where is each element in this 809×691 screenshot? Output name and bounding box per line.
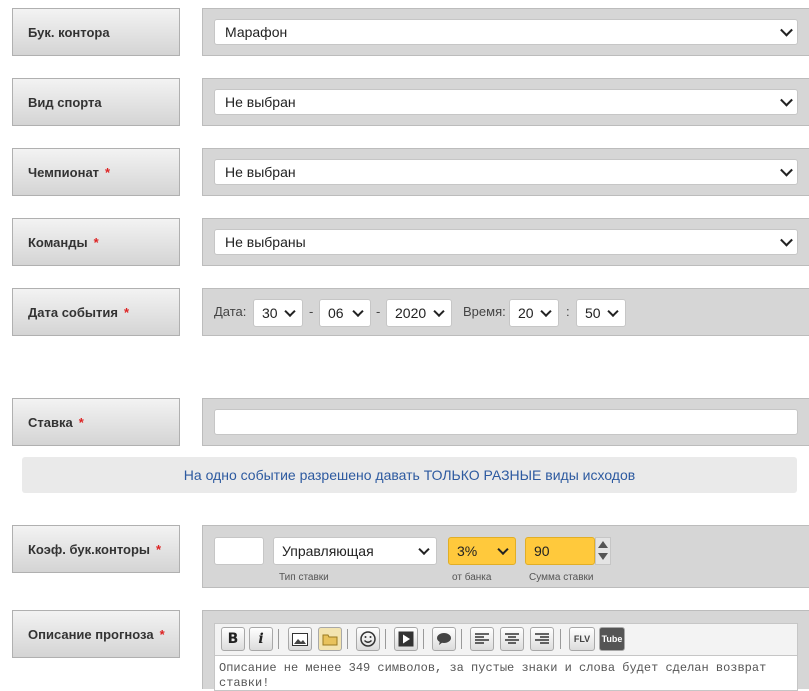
required-asterisk: * <box>156 541 162 557</box>
image-icon <box>292 632 308 646</box>
teams-select[interactable]: Не выбраны <box>214 229 798 255</box>
chevron-down-icon <box>780 93 793 107</box>
coef-label: Коэф. бук.конторы * <box>12 525 180 573</box>
toolbar-divider <box>385 629 386 649</box>
play-icon <box>398 631 414 647</box>
event-date-label: Дата события * <box>12 288 180 336</box>
align-left-icon <box>475 633 489 644</box>
editor-toolbar: B i FLV Tube <box>214 623 798 655</box>
description-field: B i FLV Tube Описание не менее 349 симво… <box>202 610 809 691</box>
sport-select[interactable]: Не выбран <box>214 89 798 115</box>
chevron-down-icon <box>607 305 619 318</box>
championship-select[interactable]: Не выбран <box>214 159 798 185</box>
arrow-down-icon[interactable] <box>598 553 608 560</box>
date-dash: - <box>376 304 381 319</box>
date-label: Дата: <box>214 304 247 319</box>
required-asterisk: * <box>93 234 99 250</box>
align-center-button[interactable] <box>500 627 524 651</box>
chevron-down-icon <box>780 23 793 37</box>
required-asterisk: * <box>159 626 165 642</box>
chevron-down-icon <box>540 305 552 318</box>
bookmaker-field: Марафон <box>202 8 809 56</box>
bookmaker-select[interactable]: Марафон <box>214 19 798 45</box>
required-asterisk: * <box>123 304 130 320</box>
sport-label: Вид спорта <box>12 78 180 126</box>
arrow-up-icon[interactable] <box>598 541 608 548</box>
minute-select[interactable]: 50 <box>576 299 626 327</box>
time-colon: : <box>566 304 570 319</box>
flv-icon: FLV <box>573 634 591 644</box>
amount-caption: Сумма ставки <box>529 572 594 583</box>
toolbar-divider <box>560 629 561 649</box>
description-textarea[interactable]: Описание не менее 349 символов, за пусты… <box>214 655 798 691</box>
bet-type-caption: Тип ставки <box>279 572 329 583</box>
bank-caption: от банка <box>452 572 492 583</box>
image-button[interactable] <box>288 627 312 651</box>
amount-input[interactable]: 90 <box>525 537 595 565</box>
chevron-down-icon <box>433 305 445 318</box>
smiley-icon <box>360 631 376 647</box>
align-right-button[interactable] <box>530 627 554 651</box>
required-asterisk: * <box>105 164 111 180</box>
sport-field: Не выбран <box>202 78 809 126</box>
month-select[interactable]: 06 <box>319 299 371 327</box>
day-select[interactable]: 30 <box>253 299 303 327</box>
align-right-icon <box>535 633 549 644</box>
smiley-button[interactable] <box>356 627 380 651</box>
folder-icon <box>322 634 338 645</box>
bet-input[interactable] <box>214 409 798 435</box>
toolbar-divider <box>423 629 424 649</box>
align-left-button[interactable] <box>470 627 494 651</box>
italic-button[interactable]: i <box>249 627 273 651</box>
required-asterisk: * <box>78 414 84 430</box>
toolbar-divider <box>278 629 279 649</box>
toolbar-divider <box>347 629 348 649</box>
folder-button[interactable] <box>318 627 342 651</box>
event-date-field: Дата: 30 - 06 - 2020 Время: 20 : 50 <box>202 288 809 336</box>
align-center-icon <box>505 633 519 644</box>
youtube-icon: Tube <box>601 634 623 644</box>
coef-input[interactable] <box>214 537 264 565</box>
amount-stepper[interactable] <box>595 537 611 565</box>
hour-select[interactable]: 20 <box>509 299 559 327</box>
bookmaker-label: Бук. контора <box>12 8 180 56</box>
bet-label: Ставка * <box>12 398 180 446</box>
teams-label: Команды * <box>12 218 180 266</box>
championship-label: Чемпионат * <box>12 148 180 196</box>
youtube-button[interactable]: Tube <box>599 627 625 651</box>
coef-field: Управляющая Тип ставки 3% от банка 90 Су… <box>202 525 809 588</box>
comment-button[interactable] <box>432 627 456 651</box>
bold-button[interactable]: B <box>221 627 245 651</box>
chevron-down-icon <box>780 163 793 177</box>
date-dash: - <box>309 304 314 319</box>
description-label: Описание прогноза * <box>12 610 180 658</box>
chevron-down-icon <box>284 305 296 318</box>
chevron-down-icon <box>352 305 364 318</box>
chevron-down-icon <box>780 233 793 247</box>
flv-button[interactable]: FLV <box>569 627 595 651</box>
speech-bubble-icon <box>437 633 451 645</box>
toolbar-divider <box>461 629 462 649</box>
bank-percent-select[interactable]: 3% <box>448 537 516 565</box>
year-select[interactable]: 2020 <box>386 299 452 327</box>
time-label: Время: <box>463 304 506 319</box>
video-button[interactable] <box>394 627 418 651</box>
chevron-down-icon <box>497 543 509 556</box>
bet-type-select[interactable]: Управляющая <box>273 537 437 565</box>
championship-field: Не выбран <box>202 148 809 196</box>
chevron-down-icon <box>418 543 430 556</box>
teams-field: Не выбраны <box>202 218 809 266</box>
bet-field <box>202 398 809 446</box>
notice-banner: На одно событие разрешено давать ТОЛЬКО … <box>22 457 797 493</box>
